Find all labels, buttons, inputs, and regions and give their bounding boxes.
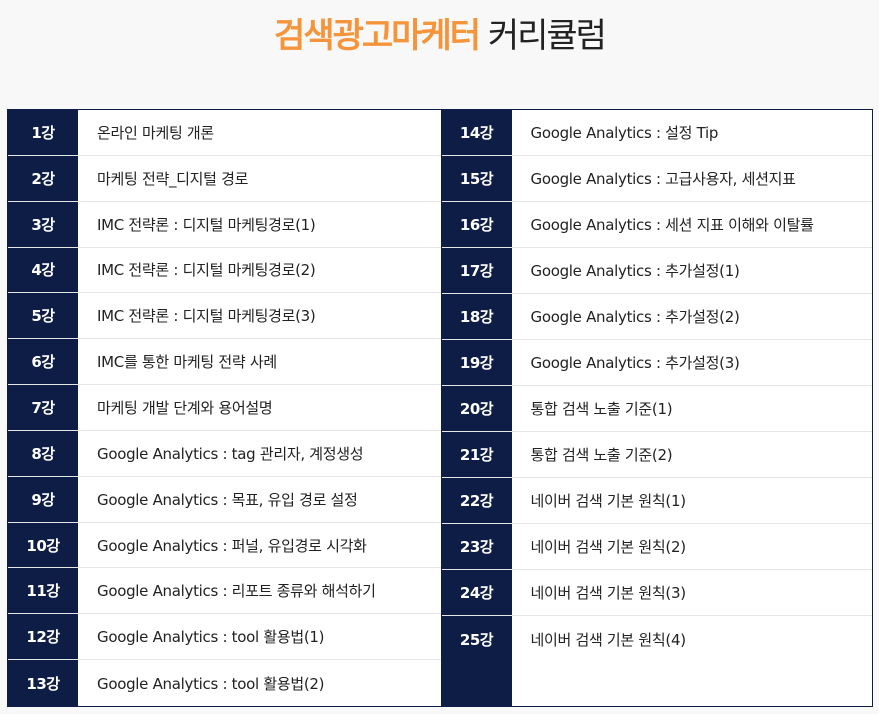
- lesson-row: 16강 Google Analytics : 세션 지표 이해와 이탈률: [441, 202, 872, 248]
- lesson-title: 마케팅 개발 단계와 용어설명: [97, 398, 273, 417]
- lesson-title: Google Analytics : 설정 Tip: [530, 124, 719, 142]
- lesson-row: 18강 Google Analytics : 추가설정(2): [441, 294, 872, 340]
- lesson-row: 6강 IMC를 통한 마케팅 전략 사례: [8, 339, 441, 386]
- title-rest: 커리큘럼: [487, 16, 607, 56]
- lesson-title: Google Analytics : tool 활용법(2): [97, 674, 325, 693]
- lesson-title: IMC 전략론 : 디지털 마케팅경로(3): [97, 307, 316, 326]
- lesson-title: Google Analytics : 리포트 종류와 해석하기: [97, 582, 376, 601]
- lesson-number: 21강: [459, 446, 494, 464]
- lesson-row: 7강 마케팅 개발 단계와 용어설명: [8, 385, 441, 431]
- lesson-number: 12강: [26, 628, 60, 647]
- lesson-number: 15강: [459, 170, 494, 188]
- lesson-number: 18강: [459, 308, 494, 326]
- lesson-title: IMC를 통한 마케팅 전략 사례: [97, 353, 277, 372]
- lesson-title: IMC 전략론 : 디지털 마케팅경로(2): [97, 261, 316, 280]
- lesson-title: Google Analytics : tool 활용법(1): [97, 628, 325, 647]
- lesson-title: Google Analytics : 고급사용자, 세션지표: [530, 170, 796, 188]
- curriculum-column-left: 1강 온라인 마케팅 개론 2강 마케팅 전략_디지털 경로 3강 IMC 전략…: [8, 110, 441, 706]
- lesson-row: 21강 통합 검색 노출 기준(2): [441, 432, 872, 478]
- lesson-number: 4강: [31, 261, 55, 280]
- lesson-row: 5강 IMC 전략론 : 디지털 마케팅경로(3): [8, 293, 441, 340]
- lesson-row: 2강 마케팅 전략_디지털 경로: [8, 156, 441, 202]
- lesson-row: 17강 Google Analytics : 추가설정(1): [441, 248, 872, 294]
- lesson-number: 1강: [31, 123, 55, 142]
- lesson-number: 9강: [31, 490, 55, 509]
- lesson-number: 22강: [459, 492, 494, 510]
- lesson-title: Google Analytics : 추가설정(2): [530, 308, 740, 326]
- lesson-number: 20강: [459, 400, 494, 418]
- lesson-number: 10강: [26, 536, 60, 555]
- lesson-number: 2강: [31, 169, 55, 188]
- title-accent: 검색광고마케터: [274, 16, 481, 56]
- lesson-title: Google Analytics : 추가설정(1): [530, 262, 740, 280]
- lesson-row: 3강 IMC 전략론 : 디지털 마케팅경로(1): [8, 202, 441, 248]
- lesson-title: 네이버 검색 기본 원칙(1): [530, 492, 687, 510]
- lesson-title: 네이버 검색 기본 원칙(2): [530, 538, 687, 556]
- lesson-row: 13강 Google Analytics : tool 활용법(2): [8, 660, 441, 706]
- lesson-row: 4강 IMC 전략론 : 디지털 마케팅경로(2): [8, 248, 441, 294]
- curriculum-table: 1강 온라인 마케팅 개론 2강 마케팅 전략_디지털 경로 3강 IMC 전략…: [7, 109, 873, 707]
- lesson-number: 16강: [459, 216, 494, 234]
- lesson-number: 8강: [31, 444, 55, 463]
- lesson-number: 23강: [459, 538, 494, 556]
- lesson-title: Google Analytics : 목표, 유입 경로 설정: [97, 490, 358, 509]
- lesson-row: 14강 Google Analytics : 설정 Tip: [441, 110, 872, 156]
- lesson-number: 5강: [31, 307, 55, 326]
- lesson-title: Google Analytics : 세션 지표 이해와 이탈률: [530, 216, 814, 234]
- lesson-title: 네이버 검색 기본 원칙(3): [530, 584, 687, 602]
- lesson-row: 1강 온라인 마케팅 개론: [8, 110, 441, 156]
- lesson-number: 11강: [26, 582, 60, 601]
- lesson-number: 6강: [31, 353, 55, 372]
- lesson-row: 12강 Google Analytics : tool 활용법(1): [8, 614, 441, 661]
- lesson-title: 통합 검색 노출 기준(1): [530, 400, 673, 418]
- lesson-title: 통합 검색 노출 기준(2): [530, 446, 673, 464]
- page-header: 검색광고마케터 커리큘럼: [0, 0, 879, 109]
- page-title: 검색광고마케터 커리큘럼: [274, 14, 607, 58]
- lesson-number: 24강: [459, 584, 494, 602]
- lesson-row: 11강 Google Analytics : 리포트 종류와 해석하기: [8, 568, 441, 615]
- curriculum-column-right: 14강 Google Analytics : 설정 Tip 15강 Google…: [440, 110, 873, 706]
- lesson-row: 10강 Google Analytics : 퍼널, 유입경로 시각화: [8, 523, 441, 569]
- lesson-row: 20강 통합 검색 노출 기준(1): [441, 386, 872, 432]
- lesson-number: 25강: [459, 630, 494, 649]
- lesson-number: 19강: [459, 354, 494, 372]
- lesson-row: 9강 Google Analytics : 목표, 유입 경로 설정: [8, 477, 441, 523]
- lesson-row: 23강 네이버 검색 기본 원칙(2): [441, 524, 872, 570]
- lesson-title: Google Analytics : 퍼널, 유입경로 시각화: [97, 536, 367, 555]
- lesson-number: 3강: [31, 215, 55, 234]
- lesson-number: 14강: [459, 124, 494, 142]
- lesson-title: Google Analytics : tag 관리자, 계정생성: [97, 444, 364, 463]
- lesson-number: 7강: [31, 398, 55, 417]
- lesson-row: 22강 네이버 검색 기본 원칙(1): [441, 478, 872, 524]
- lesson-number: 17강: [459, 262, 494, 280]
- lesson-row: 15강 Google Analytics : 고급사용자, 세션지표: [441, 156, 872, 202]
- lesson-row: 25강 네이버 검색 기본 원칙(4): [442, 616, 873, 662]
- lesson-title: 마케팅 전략_디지털 경로: [97, 169, 249, 188]
- lesson-row: 19강 Google Analytics : 추가설정(3): [441, 340, 872, 386]
- lesson-row: 8강 Google Analytics : tag 관리자, 계정생성: [8, 431, 441, 477]
- lesson-title: 네이버 검색 기본 원칙(4): [530, 630, 687, 649]
- lesson-title: 온라인 마케팅 개론: [97, 123, 214, 142]
- lesson-title: Google Analytics : 추가설정(3): [530, 354, 740, 372]
- lesson-row: 24강 네이버 검색 기본 원칙(3): [441, 570, 872, 616]
- lesson-number: 13강: [26, 674, 60, 693]
- lesson-title: IMC 전략론 : 디지털 마케팅경로(1): [97, 215, 316, 234]
